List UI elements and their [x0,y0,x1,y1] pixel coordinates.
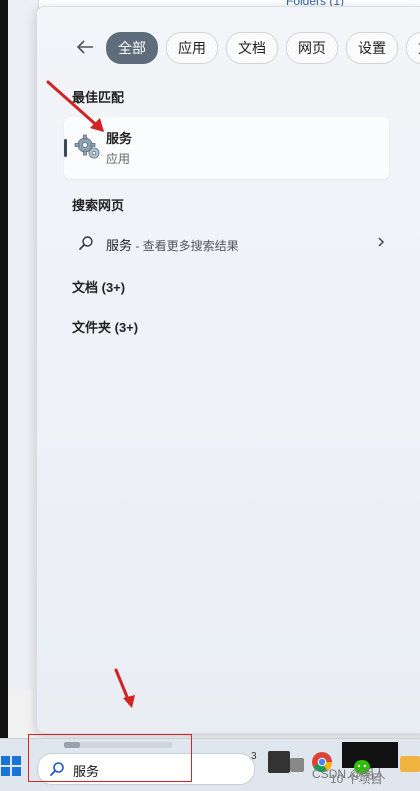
annotation-arrow-upper [46,80,104,132]
category-folders[interactable]: 文件夹 (3+) [72,317,138,336]
tab-documents[interactable]: 文档 [226,32,278,64]
web-search-query: 服务 [106,238,133,253]
web-search-suffix: - 查看更多搜索结果 [132,239,239,253]
status-item-count: 10 个项目 [330,772,383,786]
taskbar-app-icon-small[interactable] [290,758,304,772]
background-digit: 3 [251,751,257,762]
back-arrow-icon[interactable] [73,35,97,59]
annotation-arrow-lower [114,668,135,708]
web-search-text: 服务 - 查看更多搜索结果 [106,235,239,254]
background-explorer-panel [8,0,39,738]
annotation-highlight-box [28,734,192,782]
tab-settings[interactable]: 设置 [346,32,398,64]
tab-all[interactable]: 全部 [106,32,158,64]
tab-files[interactable]: 文件 [406,32,420,64]
selection-indicator [64,139,67,157]
tab-web[interactable]: 网页 [286,32,338,64]
category-documents[interactable]: 文档 (3+) [72,277,125,296]
web-search-heading: 搜索网页 [72,198,125,213]
taskbar-app-icon[interactable] [268,751,290,773]
search-icon [79,236,93,250]
web-search-result[interactable]: 服务 - 查看更多搜索结果 [64,229,389,257]
background-window-edge [0,0,8,738]
chevron-right-icon[interactable] [373,233,389,251]
windows-start-icon[interactable] [0,755,22,777]
tab-apps[interactable]: 应用 [166,32,218,64]
filter-tabs: 全部 应用 文档 网页 设置 文件 [106,32,420,64]
folder-icon[interactable] [400,756,420,772]
best-match-type: 应用 [106,152,131,166]
